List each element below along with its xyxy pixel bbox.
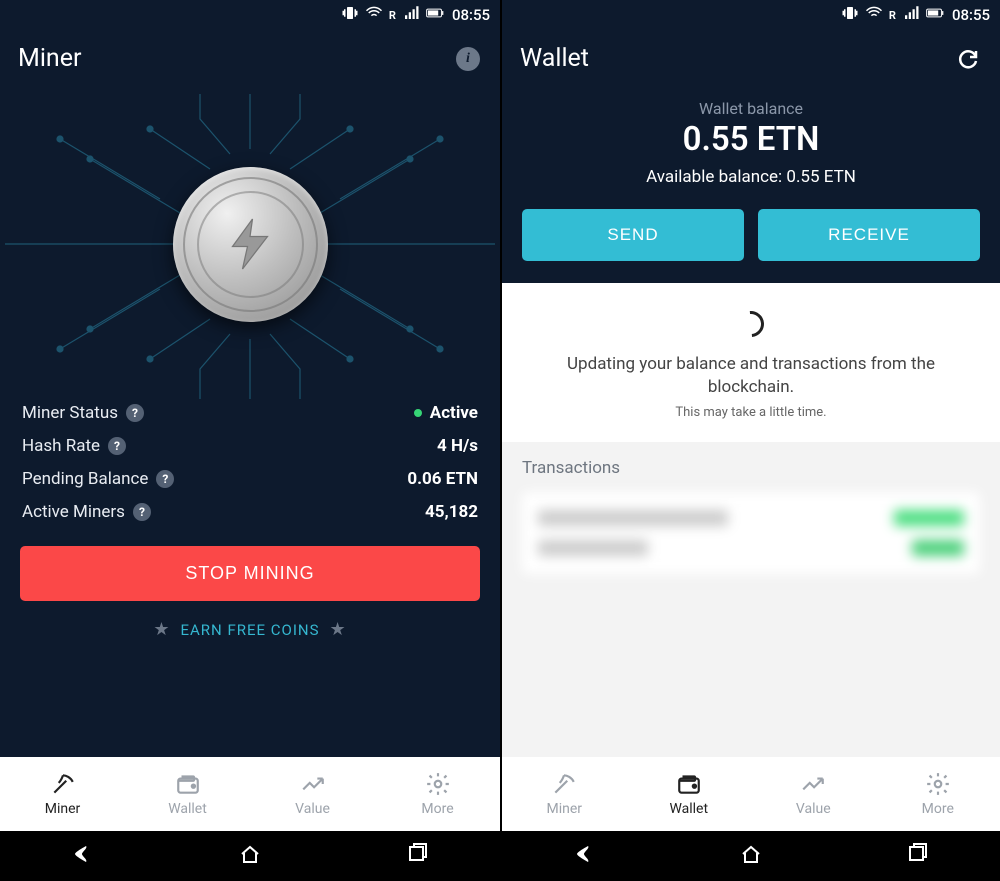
- page-title: Miner: [18, 44, 81, 73]
- tab-label: Value: [796, 801, 831, 817]
- tab-wallet[interactable]: Wallet: [125, 757, 250, 831]
- stat-active-miners: Active Miners? 45,182: [22, 502, 478, 522]
- info-icon: i: [456, 47, 480, 71]
- circuit-area: [0, 89, 500, 399]
- balance-amount: 0.55 ETN: [522, 120, 980, 159]
- stat-label: Hash Rate: [22, 436, 100, 456]
- wallet-header: Wallet: [502, 30, 1000, 89]
- stat-pending-balance: Pending Balance? 0.06 ETN: [22, 469, 478, 489]
- refresh-button[interactable]: [954, 45, 982, 73]
- transactions-heading: Transactions: [522, 458, 980, 478]
- balance-label: Wallet balance: [522, 99, 980, 118]
- page-title: Wallet: [520, 44, 589, 73]
- pickaxe-icon: [50, 771, 76, 797]
- android-nav-bar: [502, 831, 1000, 881]
- electroneum-coin: [173, 167, 328, 322]
- stat-value: Active: [430, 403, 478, 423]
- star-icon: ★: [330, 619, 347, 640]
- trend-icon: [800, 771, 826, 797]
- status-bar: R 08:55: [0, 0, 500, 30]
- stop-mining-button[interactable]: STOP MINING: [20, 546, 480, 601]
- tab-value[interactable]: Value: [751, 757, 876, 831]
- gear-icon: [925, 771, 951, 797]
- transaction-card-blurred: [522, 492, 980, 574]
- back-button[interactable]: [573, 842, 597, 870]
- earn-label: EARN FREE COINS: [180, 621, 319, 639]
- tab-label: More: [421, 801, 453, 817]
- vibrate-icon: [341, 4, 359, 26]
- wallet-balance-panel: Wallet balance 0.55 ETN Available balanc…: [502, 89, 1000, 283]
- home-button[interactable]: [739, 842, 763, 870]
- stat-label: Active Miners: [22, 502, 125, 522]
- wallet-icon: [676, 771, 702, 797]
- tab-more[interactable]: More: [876, 757, 1000, 831]
- transactions-section: Transactions: [502, 442, 1000, 757]
- wallet-icon: [175, 771, 201, 797]
- available-balance: Available balance: 0.55 ETN: [522, 167, 980, 187]
- tab-label: Miner: [45, 801, 81, 817]
- tab-more[interactable]: More: [375, 757, 500, 831]
- recent-button[interactable]: [405, 842, 429, 870]
- wallet-body: Wallet balance 0.55 ETN Available balanc…: [502, 89, 1000, 757]
- stat-label: Pending Balance: [22, 469, 148, 489]
- stat-miner-status: Miner Status? Active: [22, 403, 478, 423]
- help-icon[interactable]: ?: [156, 470, 174, 488]
- stat-value: 45,182: [425, 502, 478, 522]
- phone-wallet: R 08:55 Wallet Wallet balance 0.55 ETN A…: [500, 0, 1000, 881]
- receive-button[interactable]: RECEIVE: [758, 209, 980, 261]
- spinner-icon: [733, 306, 770, 343]
- tab-wallet[interactable]: Wallet: [627, 757, 752, 831]
- roaming-icon: R: [889, 9, 896, 22]
- wifi-icon: [365, 4, 383, 26]
- signal-icon: [902, 4, 920, 26]
- help-icon[interactable]: ?: [126, 404, 144, 422]
- android-nav-bar: [0, 831, 500, 881]
- tab-label: Miner: [546, 801, 582, 817]
- trend-icon: [300, 771, 326, 797]
- earn-free-coins-link[interactable]: ★ EARN FREE COINS ★: [0, 619, 500, 640]
- battery-icon: [426, 4, 444, 26]
- tab-miner[interactable]: Miner: [0, 757, 125, 831]
- status-time: 08:55: [452, 6, 490, 24]
- stat-value: 0.06 ETN: [407, 469, 478, 489]
- pickaxe-icon: [551, 771, 577, 797]
- miner-body: Miner Status? Active Hash Rate? 4 H/s Pe…: [0, 89, 500, 757]
- send-button[interactable]: SEND: [522, 209, 744, 261]
- stat-value: 4 H/s: [437, 436, 478, 456]
- updating-subtext: This may take a little time.: [532, 405, 970, 420]
- gear-icon: [425, 771, 451, 797]
- refresh-icon: [956, 47, 980, 71]
- tab-label: Wallet: [669, 801, 708, 817]
- lightning-icon: [220, 214, 280, 274]
- status-bar: R 08:55: [502, 0, 1000, 30]
- tab-label: More: [922, 801, 954, 817]
- stat-label: Miner Status: [22, 403, 118, 423]
- updating-message: Updating your balance and transactions f…: [532, 353, 970, 399]
- wifi-icon: [865, 4, 883, 26]
- miner-header: Miner i: [0, 30, 500, 89]
- stat-hash-rate: Hash Rate? 4 H/s: [22, 436, 478, 456]
- home-button[interactable]: [238, 842, 262, 870]
- bottom-tab-bar: Miner Wallet Value More: [0, 757, 500, 831]
- active-dot-icon: [414, 409, 422, 417]
- battery-icon: [926, 4, 944, 26]
- status-time: 08:55: [952, 6, 990, 24]
- recent-button[interactable]: [905, 842, 929, 870]
- back-button[interactable]: [71, 842, 95, 870]
- tab-value[interactable]: Value: [250, 757, 375, 831]
- miner-stats: Miner Status? Active Hash Rate? 4 H/s Pe…: [0, 399, 500, 532]
- bottom-tab-bar: Miner Wallet Value More: [502, 757, 1000, 831]
- updating-panel: Updating your balance and transactions f…: [502, 283, 1000, 442]
- help-icon[interactable]: ?: [108, 437, 126, 455]
- roaming-icon: R: [389, 9, 396, 22]
- signal-icon: [402, 4, 420, 26]
- tab-label: Wallet: [168, 801, 207, 817]
- star-icon: ★: [153, 619, 170, 640]
- tab-miner[interactable]: Miner: [502, 757, 627, 831]
- help-icon[interactable]: ?: [133, 503, 151, 521]
- info-button[interactable]: i: [454, 45, 482, 73]
- phone-miner: R 08:55 Miner i: [0, 0, 500, 881]
- vibrate-icon: [841, 4, 859, 26]
- tab-label: Value: [295, 801, 330, 817]
